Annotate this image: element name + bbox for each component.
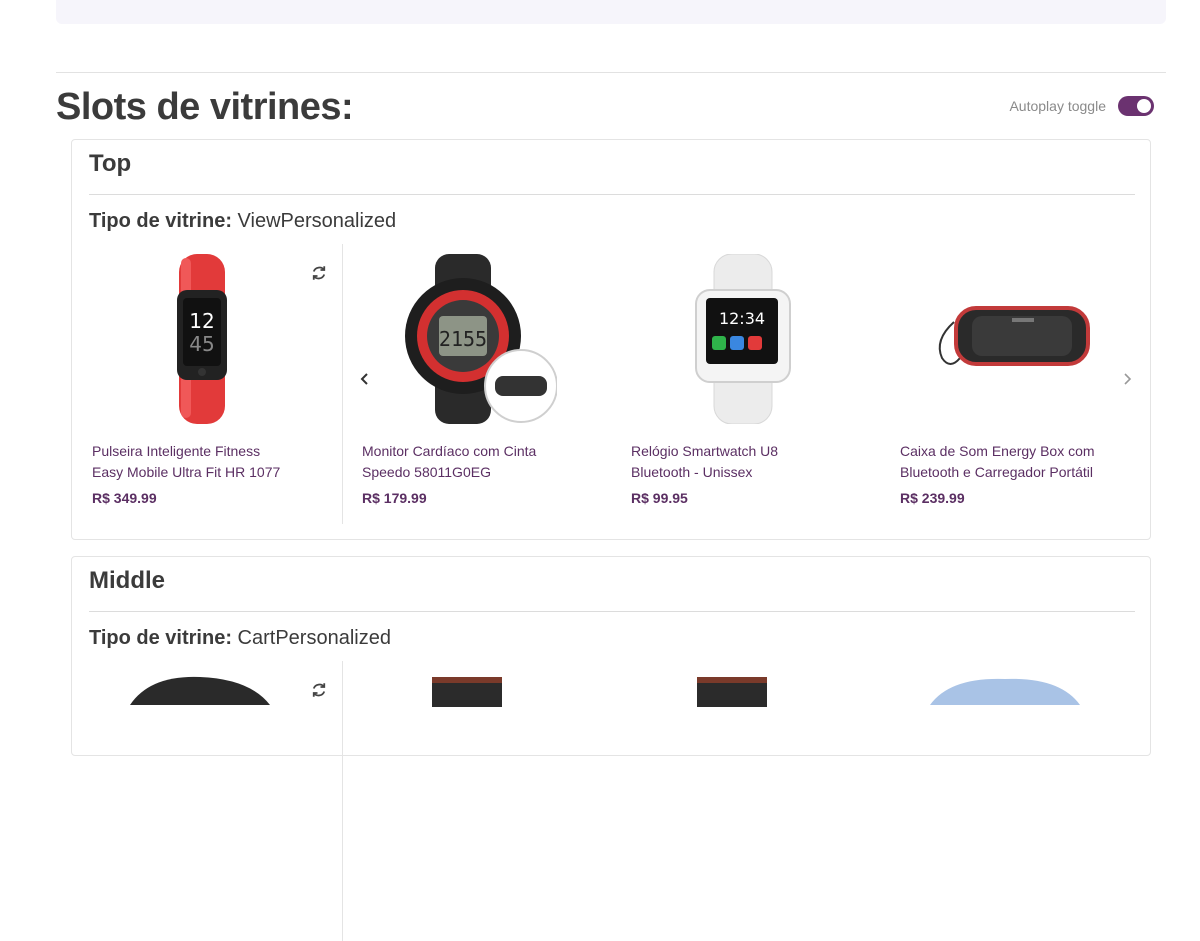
carousel-next-arrow[interactable] [1117, 369, 1137, 389]
svg-text:12: 12 [189, 309, 214, 333]
svg-text:45: 45 [189, 332, 214, 356]
slot-card-middle: Middle Tipo de vitrine: CartPersonalized [71, 556, 1151, 941]
slot-type-value: CartPersonalized [237, 627, 391, 649]
product-name[interactable]: Relógio Smartwatch U8 Bluetooth - Unisse… [631, 441, 831, 483]
product-price: R$ 239.99 [900, 490, 965, 506]
slot-type-label: Tipo de vitrine: [89, 210, 232, 232]
product-image[interactable]: 12 45 [112, 254, 292, 424]
svg-text:12:34: 12:34 [719, 309, 765, 328]
autoplay-control: Autoplay toggle [1009, 96, 1154, 116]
refresh-icon[interactable] [310, 264, 328, 282]
product-image[interactable]: 12:34 [651, 254, 831, 424]
slot-type-value: ViewPersonalized [237, 210, 397, 232]
fitness-band-icon[interactable] [130, 675, 270, 705]
product-price: R$ 349.99 [92, 490, 157, 506]
page-title: Slots de vitrines: [56, 86, 354, 128]
product-card[interactable]: 2155 Monitor Cardíaco com Cinta Speedo 5… [342, 254, 582, 506]
svg-text:2155: 2155 [439, 327, 487, 351]
featured-divider [342, 661, 343, 941]
product-image[interactable]: 2155 [382, 254, 562, 424]
smartwatch-icon: 12:34 [695, 254, 791, 424]
section-divider [56, 72, 1166, 73]
chevron-right-icon [1124, 373, 1132, 385]
product-price: R$ 99.95 [631, 490, 688, 506]
autoplay-label: Autoplay toggle [1009, 98, 1106, 114]
autoplay-toggle[interactable] [1118, 96, 1154, 116]
slot-card-top: Top Tipo de vitrine: ViewPersonalized 12… [71, 139, 1151, 540]
toggle-knob [1137, 99, 1151, 113]
slot-type-label: Tipo de vitrine: [89, 627, 232, 649]
product-name[interactable]: Pulseira Inteligente Fitness Easy Mobile… [92, 441, 292, 483]
product-image[interactable] [920, 254, 1100, 424]
product-card[interactable]: 12:34 Relógio Smartwatch U8 Bluetooth - … [611, 254, 851, 506]
shorts-icon[interactable] [697, 677, 767, 707]
product-card[interactable]: Caixa de Som Energy Box com Bluetooth e … [880, 254, 1120, 506]
slot-divider [89, 611, 1135, 612]
slot-title: Middle [89, 567, 165, 594]
top-panel [56, 0, 1166, 24]
heart-monitor-watch-icon: 2155 [405, 254, 557, 424]
refresh-icon[interactable] [310, 681, 328, 699]
product-name[interactable]: Caixa de Som Energy Box com Bluetooth e … [900, 441, 1100, 483]
shorts-icon[interactable] [432, 677, 502, 707]
product-price: R$ 179.99 [362, 490, 427, 506]
backpack-icon[interactable] [930, 675, 1080, 705]
slot-type: Tipo de vitrine: CartPersonalized [89, 627, 391, 650]
product-card-featured[interactable]: 12 45 Pulseira Inteligente Fitness Easy … [92, 254, 332, 506]
fitness-band-icon: 12 45 [177, 254, 227, 424]
slot-divider [89, 194, 1135, 195]
slot-title: Top [89, 150, 132, 177]
bluetooth-speaker-icon [938, 306, 1090, 366]
product-name[interactable]: Monitor Cardíaco com Cinta Speedo 58011G… [362, 441, 562, 483]
slot-type: Tipo de vitrine: ViewPersonalized [89, 210, 396, 233]
